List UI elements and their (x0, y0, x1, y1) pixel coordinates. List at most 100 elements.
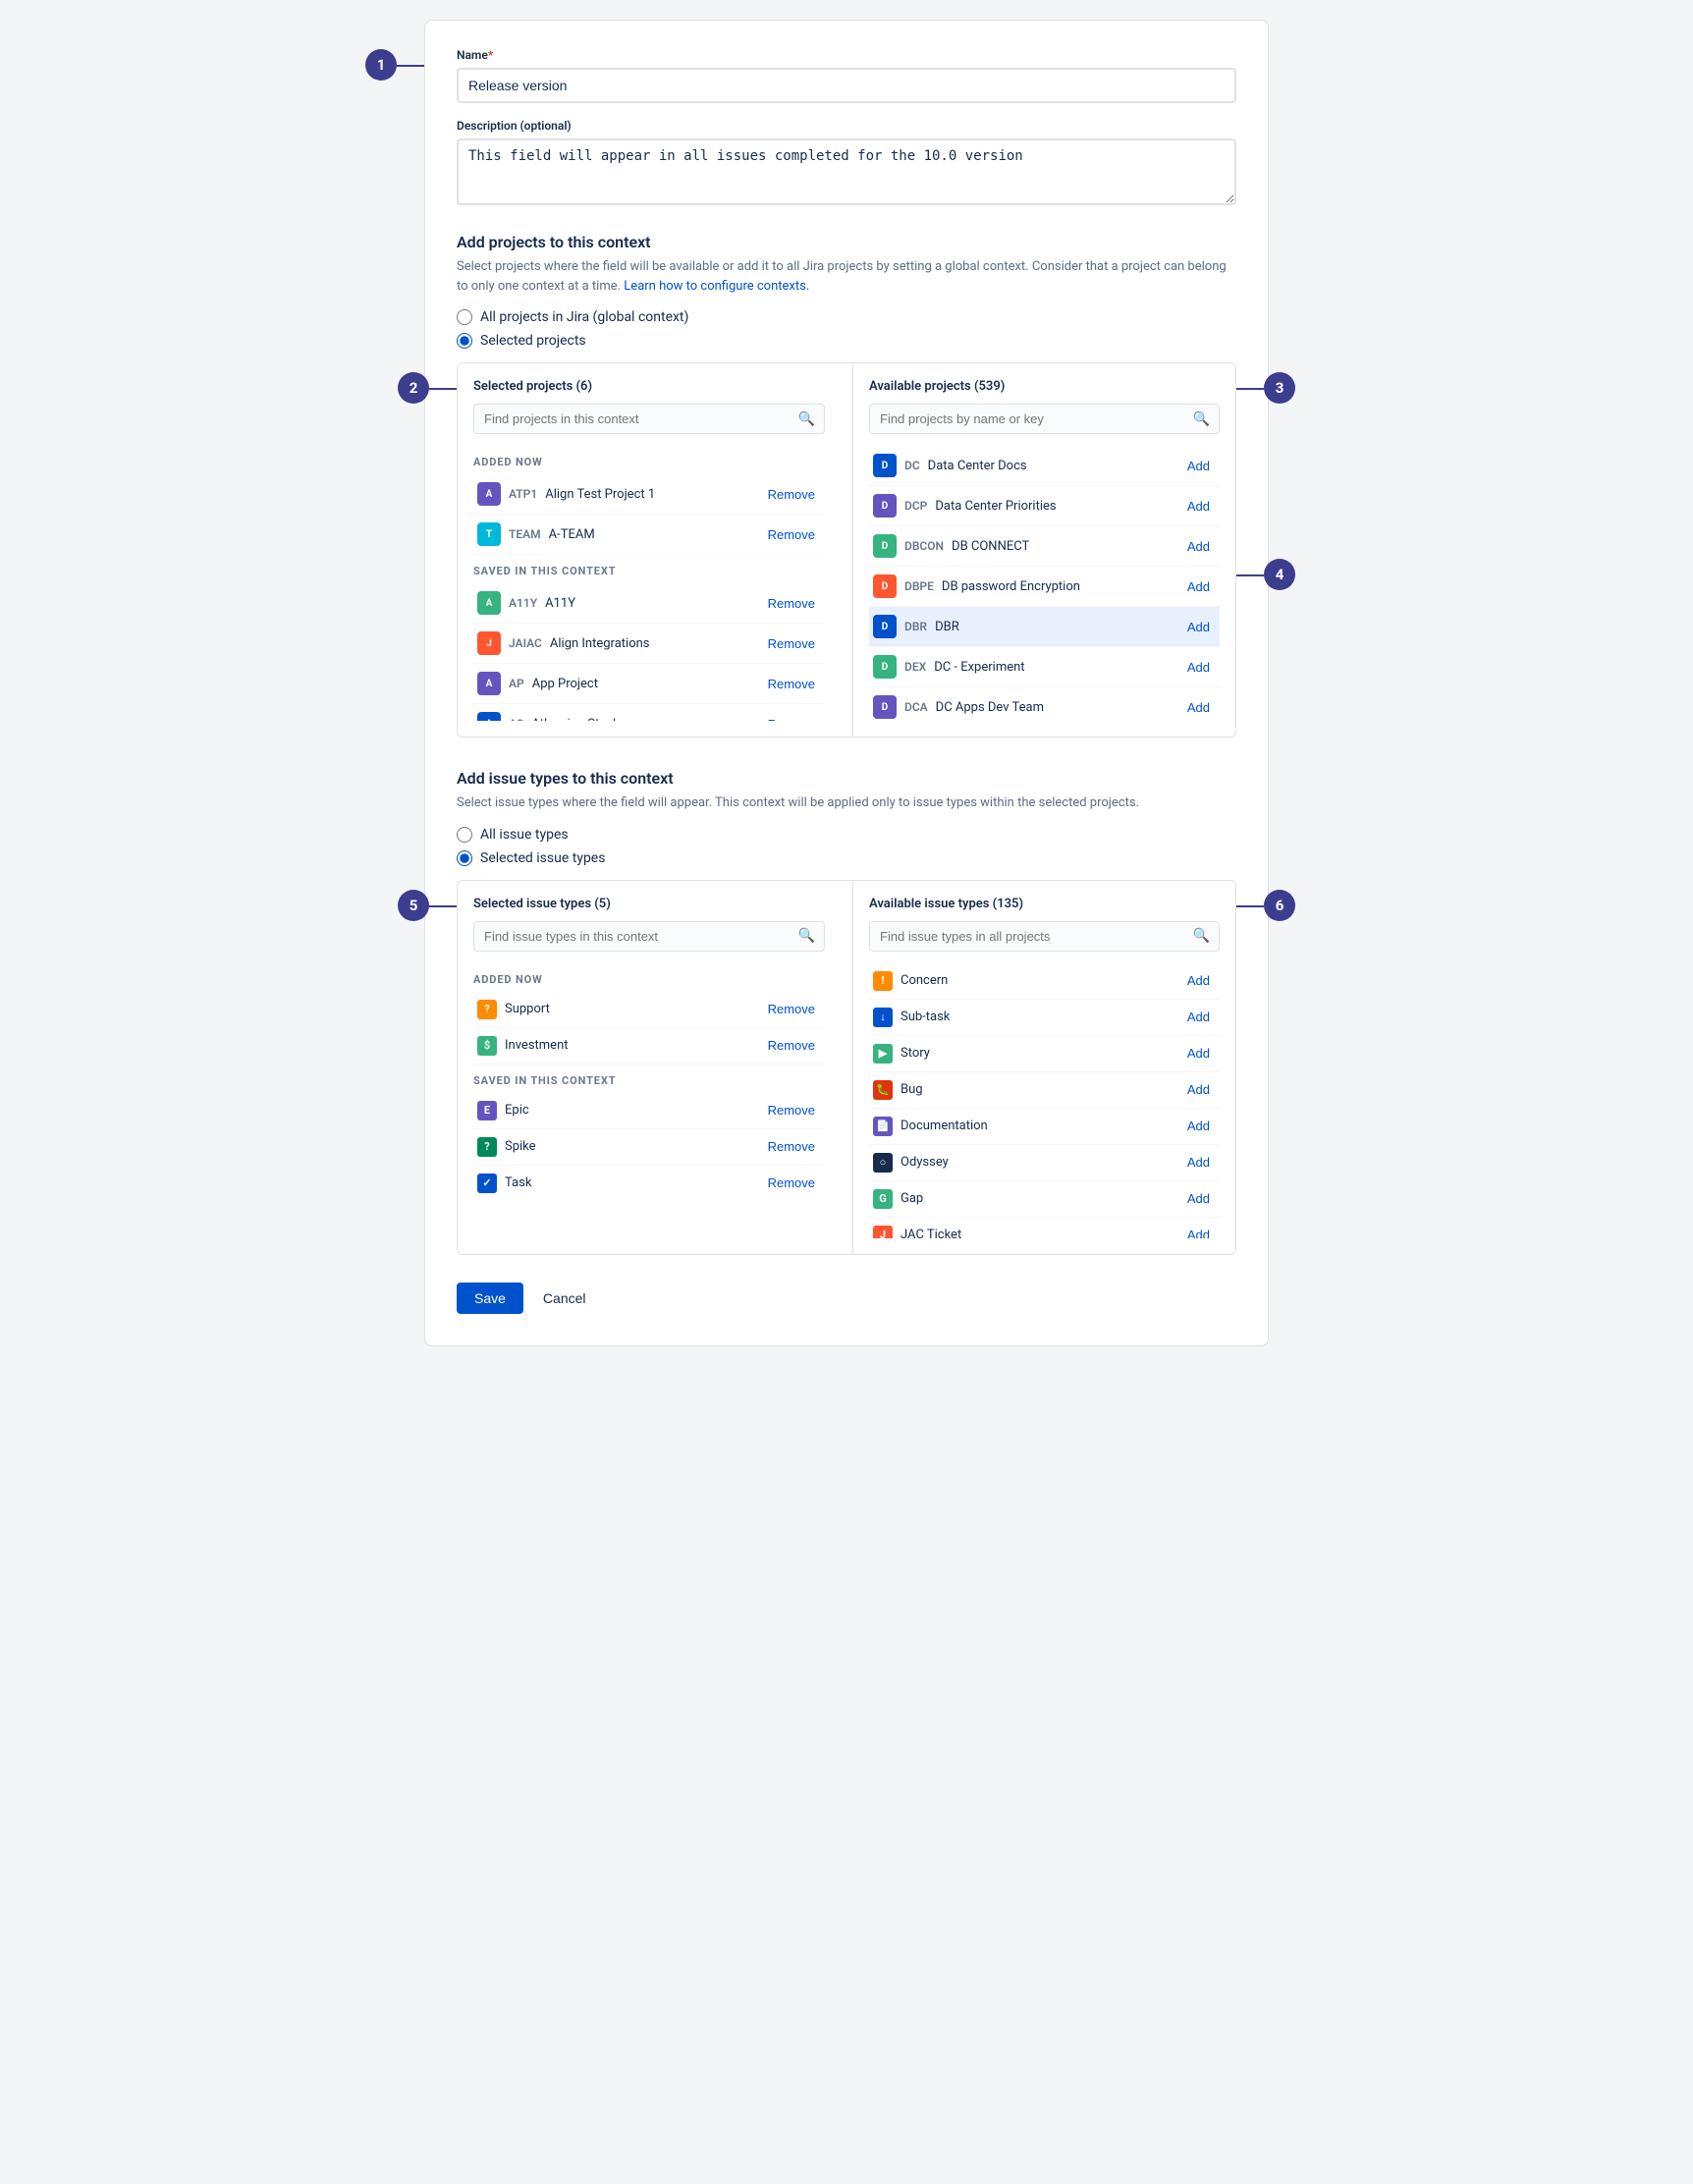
avatar: A (477, 482, 501, 506)
table-row: ▶ Story Add (869, 1036, 1220, 1072)
table-row: ○ Odyssey Add (869, 1145, 1220, 1181)
table-row: D DEX DC - Experiment Add (869, 647, 1220, 687)
table-row: D DCA DC Apps Dev Team Add (869, 687, 1220, 721)
add-button[interactable]: Add (1181, 618, 1216, 636)
description-field-group: Description (optional) <script> // will … (457, 119, 1236, 209)
issue-type-radio-group: All issue types Selected issue types (457, 827, 1236, 866)
remove-button[interactable]: Remove (762, 525, 821, 544)
issue-type-icon: ✓ (477, 1174, 497, 1193)
radio-selected-issue-types-input[interactable] (457, 850, 472, 866)
add-button[interactable]: Add (1181, 1226, 1216, 1238)
projects-section-desc: Select projects where the field will be … (457, 257, 1236, 296)
remove-button[interactable]: Remove (762, 634, 821, 653)
selected-projects-search-input[interactable] (473, 404, 825, 434)
remove-button[interactable]: Remove (762, 594, 821, 613)
selected-issue-types-search-box: 🔍 (473, 921, 825, 952)
annotation-line-1 (397, 65, 424, 67)
table-row: D DBCON DB CONNECT Add (869, 526, 1220, 567)
available-projects-panel: Available projects (539) 🔍 D DC Data Cen… (852, 363, 1235, 737)
annotation-2: 2 (398, 372, 429, 404)
add-button[interactable]: Add (1181, 1117, 1216, 1135)
add-button[interactable]: Add (1181, 577, 1216, 596)
radio-all-projects-input[interactable] (457, 309, 472, 325)
table-row: ↓ Sub-task Add (869, 1000, 1220, 1036)
radio-all-issue-types[interactable]: All issue types (457, 827, 1236, 843)
main-card: Name* Description (optional) <script> //… (424, 20, 1269, 1346)
issue-type-icon: 🐛 (873, 1080, 893, 1100)
remove-button[interactable]: Remove (762, 715, 821, 722)
added-now-label-projects: ADDED NOW (473, 456, 825, 468)
add-button[interactable]: Add (1181, 698, 1216, 717)
save-button[interactable]: Save (457, 1283, 523, 1314)
add-button[interactable]: Add (1181, 1153, 1216, 1172)
radio-selected-issue-types[interactable]: Selected issue types (457, 850, 1236, 866)
remove-button[interactable]: Remove (762, 485, 821, 504)
remove-button[interactable]: Remove (762, 1137, 821, 1156)
issue-type-icon: J (873, 1226, 893, 1238)
annotation-6: 6 (1264, 890, 1295, 921)
remove-button[interactable]: Remove (762, 1036, 821, 1055)
available-projects-search-input[interactable] (869, 404, 1220, 434)
radio-all-projects[interactable]: All projects in Jira (global context) (457, 309, 1236, 325)
table-row: D DC Data Center Docs Add (869, 446, 1220, 486)
avatar: D (873, 655, 897, 679)
actions-row: Save Cancel (457, 1283, 1236, 1314)
remove-button[interactable]: Remove (762, 675, 821, 693)
remove-button[interactable]: Remove (762, 1101, 821, 1119)
avatar: D (873, 574, 897, 598)
add-button[interactable]: Add (1181, 497, 1216, 516)
selected-projects-title: Selected projects (6) (473, 379, 825, 394)
name-field-group: Name* (457, 48, 1236, 103)
name-label: Name* (457, 48, 1236, 62)
radio-all-issue-types-input[interactable] (457, 827, 472, 843)
avatar: J (477, 631, 501, 655)
added-now-label-issues: ADDED NOW (473, 973, 825, 986)
available-issue-types-list: ! Concern Add ↓ Sub-task Add (869, 963, 1220, 1238)
avatar: D (873, 534, 897, 558)
description-input[interactable]: <script> // will be set by JS </script> (457, 138, 1236, 205)
issue-types-section: Add issue types to this context Select i… (457, 769, 1236, 1255)
cancel-button[interactable]: Cancel (533, 1283, 596, 1314)
avatar: T (477, 522, 501, 546)
annotation-line-2 (429, 388, 457, 390)
available-projects-list: D DC Data Center Docs Add D DCP (869, 446, 1220, 721)
learn-contexts-link[interactable]: Learn how to configure contexts. (624, 279, 809, 294)
table-row: D DCP Data Center Priorities Add (869, 486, 1220, 526)
annotation-line-5 (429, 905, 457, 907)
add-button[interactable]: Add (1181, 457, 1216, 475)
remove-button[interactable]: Remove (762, 1000, 821, 1018)
table-row: A AP App Project Remove (473, 664, 825, 704)
available-issue-types-search-input[interactable] (869, 921, 1220, 952)
table-row: D DBR DBR Add (869, 607, 1220, 647)
selected-projects-list: ADDED NOW A ATP1 Align Test Project 1 Re… (473, 446, 825, 721)
available-projects-search-box: 🔍 (869, 404, 1220, 434)
add-button[interactable]: Add (1181, 1044, 1216, 1063)
table-row: ✓ Task Remove (473, 1166, 825, 1201)
issue-types-dual-panel: Selected issue types (5) 🔍 ADDED NOW ? S… (457, 880, 1236, 1255)
issue-type-icon: E (477, 1101, 497, 1120)
table-row: E Epic Remove (473, 1093, 825, 1129)
table-row: T TEAM A-TEAM Remove (473, 515, 825, 555)
add-button[interactable]: Add (1181, 971, 1216, 990)
saved-label-projects: SAVED IN THIS CONTEXT (473, 565, 825, 577)
name-input[interactable] (457, 68, 1236, 103)
annotation-1: 1 (365, 49, 397, 81)
issue-type-icon: ! (873, 971, 893, 991)
projects-section: Add projects to this context Select proj… (457, 233, 1236, 737)
project-radio-group: All projects in Jira (global context) Se… (457, 309, 1236, 349)
annotation-3: 3 (1264, 372, 1295, 404)
issue-type-icon: ○ (873, 1153, 893, 1173)
avatar: A (477, 712, 501, 721)
add-button[interactable]: Add (1181, 1008, 1216, 1026)
avatar: D (873, 454, 897, 477)
radio-selected-projects[interactable]: Selected projects (457, 333, 1236, 349)
selected-issue-types-search-input[interactable] (473, 921, 825, 952)
annotation-line-4 (1236, 574, 1264, 576)
add-button[interactable]: Add (1181, 1189, 1216, 1208)
add-button[interactable]: Add (1181, 537, 1216, 556)
radio-selected-projects-input[interactable] (457, 333, 472, 349)
add-button[interactable]: Add (1181, 1080, 1216, 1099)
selected-issue-types-panel: Selected issue types (5) 🔍 ADDED NOW ? S… (458, 881, 841, 1254)
remove-button[interactable]: Remove (762, 1174, 821, 1192)
add-button[interactable]: Add (1181, 658, 1216, 677)
